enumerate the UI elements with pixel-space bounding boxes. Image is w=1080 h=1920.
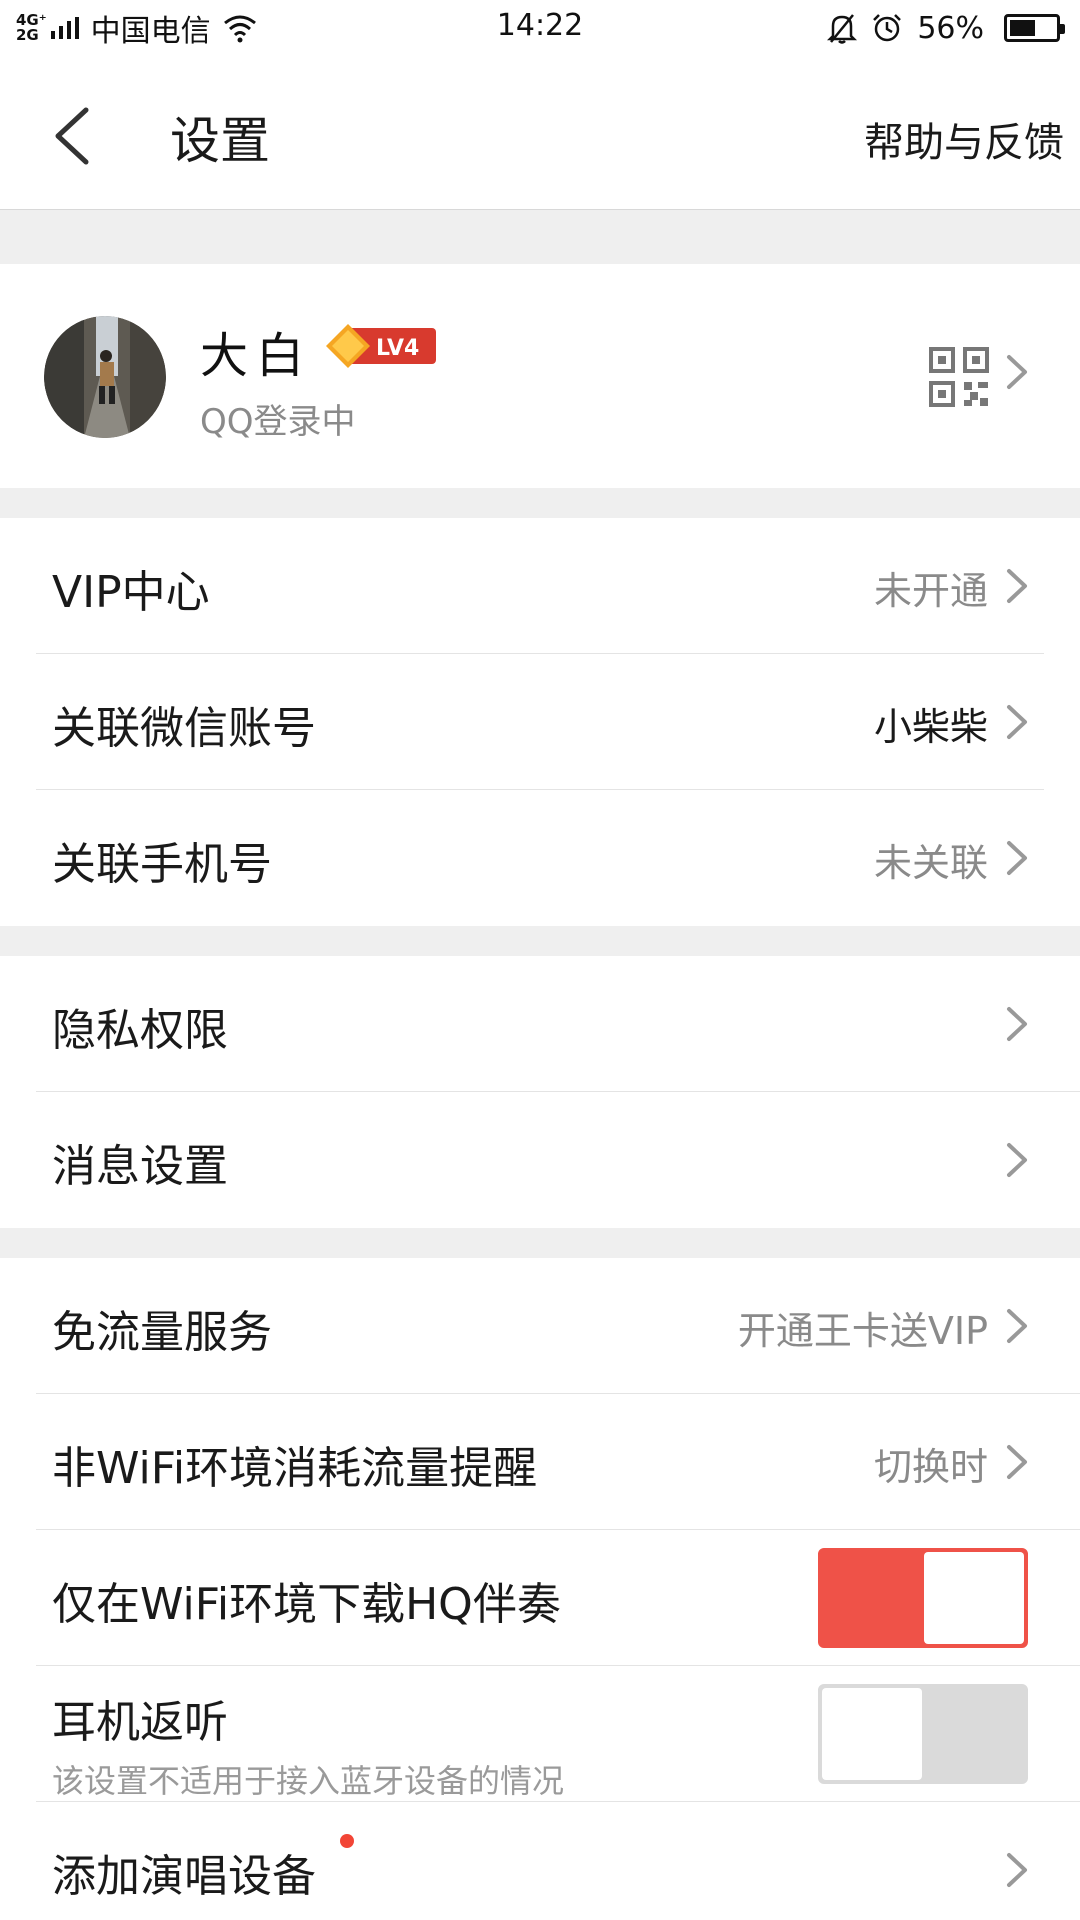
message-settings-label: 消息设置 (52, 1141, 228, 1192)
message-settings-row[interactable]: 消息设置 (0, 1092, 1080, 1228)
chevron-right-icon (1007, 355, 1027, 389)
bell-muted-icon (827, 14, 858, 44)
ear-monitor-label: 耳机返听 (52, 1697, 228, 1748)
hq-download-label: 仅在WiFi环境下载HQ伴奏 (52, 1579, 561, 1630)
section-gap (0, 1228, 1080, 1258)
vip-center-label: VIP中心 (52, 567, 210, 618)
wechat-account-value: 小柴柴 (873, 705, 988, 749)
non-wifi-reminder-label: 非WiFi环境消耗流量提醒 (52, 1443, 538, 1494)
free-data-service-row[interactable]: 免流量服务 开通王卡送VIP (0, 1258, 1080, 1394)
status-right: 56% (827, 6, 1065, 50)
add-singing-device-label: 添加演唱设备 (52, 1851, 316, 1902)
add-singing-device-row[interactable]: 添加演唱设备 (0, 1802, 1080, 1920)
chevron-right-icon (1007, 1007, 1027, 1041)
qr-code-icon[interactable] (928, 346, 990, 408)
chevron-right-icon (1007, 1309, 1027, 1343)
avatar[interactable] (44, 316, 166, 438)
help-feedback-link[interactable]: 帮助与反馈 (864, 110, 1064, 168)
vip-status-value: 未开通 (873, 569, 988, 613)
battery-icon (1004, 14, 1065, 42)
privacy-permission-label: 隐私权限 (52, 1005, 228, 1056)
battery-percent: 56% (917, 10, 984, 46)
profile-row[interactable]: 大白 LV4 QQ登录中 (0, 264, 1080, 488)
section-gap (0, 210, 1080, 264)
hq-download-row: 仅在WiFi环境下载HQ伴奏 (0, 1530, 1080, 1666)
app-header: 设置 帮助与反馈 (0, 56, 1080, 210)
vip-center-row[interactable]: VIP中心 未开通 (0, 518, 1080, 654)
battery-fill (1010, 20, 1035, 36)
toggle-knob (822, 1688, 922, 1780)
ear-monitor-row: 耳机返听 该设置不适用于接入蓝牙设备的情况 (0, 1666, 1080, 1802)
non-wifi-reminder-value: 切换时 (873, 1445, 988, 1489)
phone-number-row[interactable]: 关联手机号 未关联 (0, 790, 1080, 926)
hq-download-toggle[interactable] (818, 1548, 1028, 1648)
ear-monitor-sublabel: 该设置不适用于接入蓝牙设备的情况 (52, 1762, 565, 1800)
chevron-right-icon (1007, 1143, 1027, 1177)
phone-number-label: 关联手机号 (52, 839, 272, 890)
chevron-right-icon (1007, 841, 1027, 875)
phone-number-value: 未关联 (873, 841, 988, 885)
login-status: QQ登录中 (200, 402, 356, 442)
chevron-right-icon (1007, 569, 1027, 603)
level-text: LV4 (376, 336, 419, 361)
section-gap (0, 488, 1080, 518)
privacy-permission-row[interactable]: 隐私权限 (0, 956, 1080, 1092)
chevron-right-icon (1007, 1445, 1027, 1479)
status-bar: 4G⁺ 2G 中国电信 14:22 56% (0, 0, 1080, 56)
non-wifi-reminder-row[interactable]: 非WiFi环境消耗流量提醒 切换时 (0, 1394, 1080, 1530)
section-gap (0, 926, 1080, 956)
toggle-knob (924, 1552, 1024, 1644)
page-title: 设置 (170, 112, 270, 170)
alarm-icon (873, 14, 902, 42)
chevron-right-icon (1007, 705, 1027, 739)
free-data-service-label: 免流量服务 (52, 1307, 272, 1358)
chevron-right-icon (1007, 1853, 1027, 1887)
free-data-service-value: 开通王卡送VIP (737, 1309, 988, 1353)
back-button[interactable] (40, 96, 110, 176)
wechat-account-label: 关联微信账号 (52, 703, 316, 754)
level-badge: LV4 (326, 324, 436, 368)
profile-name: 大白 (200, 328, 313, 384)
new-indicator-dot (340, 1834, 354, 1848)
wechat-account-row[interactable]: 关联微信账号 小柴柴 (0, 654, 1080, 790)
ear-monitor-toggle[interactable] (818, 1684, 1028, 1784)
